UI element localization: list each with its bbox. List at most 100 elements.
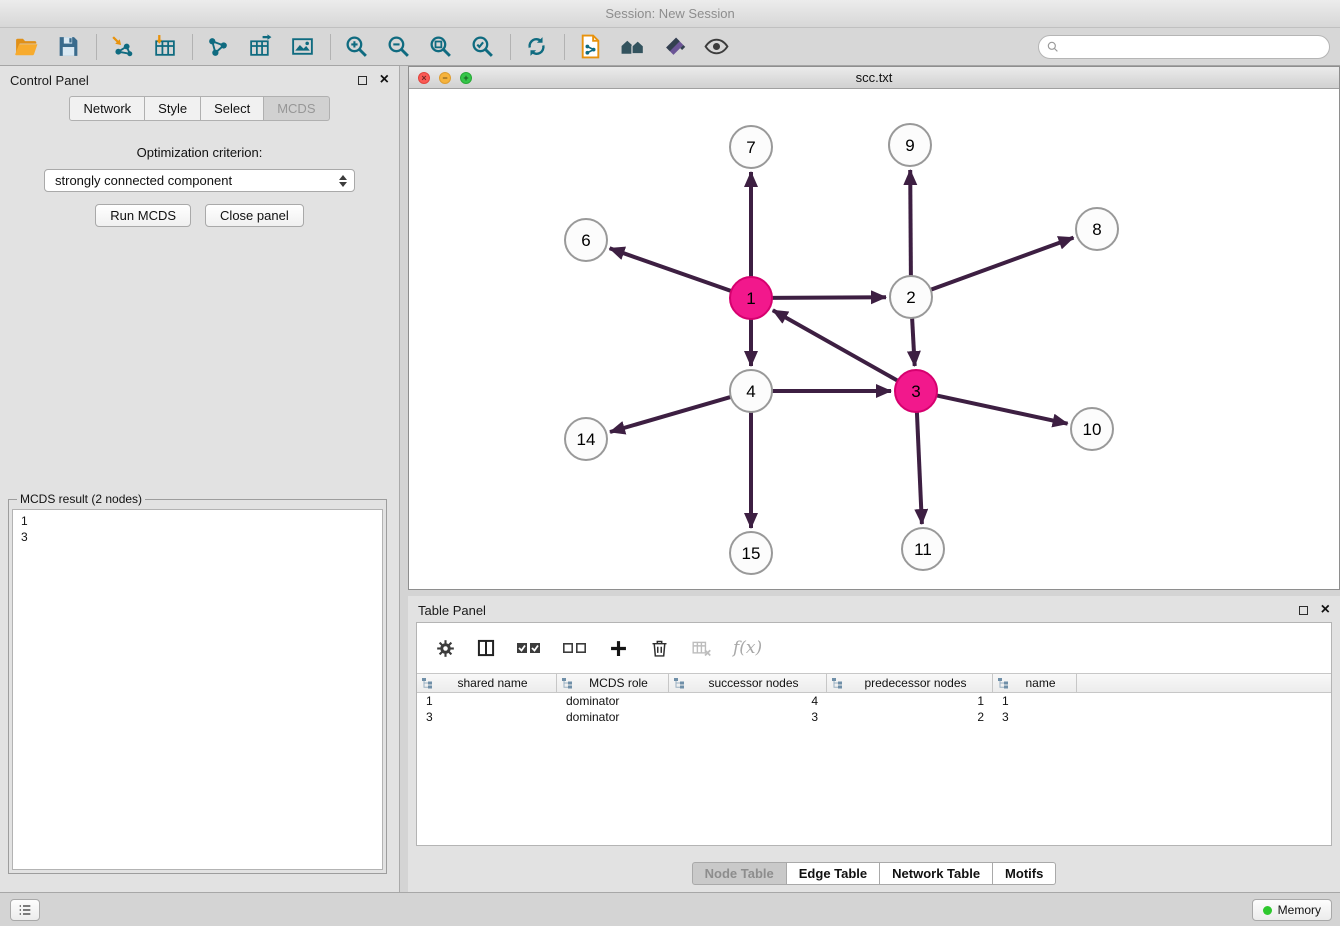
node-9[interactable]: 9 [889, 124, 931, 166]
add-column-icon[interactable] [608, 638, 629, 659]
table-row[interactable]: 1dominator411 [417, 693, 1331, 709]
float-panel-icon[interactable] [358, 76, 367, 85]
svg-text:9: 9 [905, 136, 914, 155]
node-4[interactable]: 4 [730, 370, 772, 412]
export-image-icon[interactable] [286, 31, 318, 63]
tab-network[interactable]: Network [69, 96, 145, 121]
edge-3-1[interactable] [773, 310, 898, 380]
style-icon[interactable] [658, 31, 690, 63]
control-panel: Control Panel × NetworkStyleSelectMCDS O… [0, 66, 400, 892]
table-cell: 3 [669, 709, 827, 725]
close-panel-icon[interactable]: × [380, 73, 389, 87]
maximize-window-icon[interactable]: + [460, 72, 472, 84]
edge-2-8[interactable] [931, 238, 1074, 290]
column-header-shared-name[interactable]: shared name [417, 674, 557, 692]
columns-icon[interactable] [476, 638, 496, 658]
import-table-icon[interactable] [148, 31, 180, 63]
delete-column-icon[interactable] [690, 638, 713, 659]
export-table-icon[interactable] [244, 31, 276, 63]
tab-style[interactable]: Style [145, 96, 201, 121]
minimize-window-icon[interactable]: − [439, 72, 451, 84]
eye-icon[interactable] [700, 31, 732, 63]
apply-layout-icon[interactable] [520, 31, 552, 63]
svg-text:15: 15 [742, 544, 761, 563]
zoom-out-icon[interactable] [382, 31, 414, 63]
optimization-dropdown[interactable]: strongly connected component [44, 169, 355, 192]
run-mcds-button[interactable]: Run MCDS [95, 204, 191, 227]
column-header-successor-nodes[interactable]: successor nodes [669, 674, 827, 692]
memory-button-label: Memory [1278, 903, 1321, 917]
table-row[interactable]: 3dominator323 [417, 709, 1331, 725]
toolbar-separator [96, 34, 97, 60]
node-15[interactable]: 15 [730, 532, 772, 574]
node-8[interactable]: 8 [1076, 208, 1118, 250]
edge-1-2[interactable] [772, 297, 886, 298]
table-panel-title: Table Panel [418, 603, 486, 618]
node-1[interactable]: 1 [730, 277, 772, 319]
svg-text:6: 6 [581, 231, 590, 250]
deselect-all-icon[interactable] [562, 639, 588, 657]
close-window-icon[interactable]: × [418, 72, 430, 84]
dropdown-stepper-icon [336, 170, 350, 191]
node-6[interactable]: 6 [565, 219, 607, 261]
tab-network-table[interactable]: Network Table [880, 862, 993, 885]
window-titlebar[interactable]: Session: New Session [0, 0, 1340, 28]
network-canvas[interactable]: 7 9 6 8 1 2 4 3 14 10 15 11 [409, 89, 1339, 589]
function-builder-icon[interactable]: f(x) [733, 638, 762, 658]
save-session-icon[interactable] [52, 31, 84, 63]
toolbar-separator [192, 34, 193, 60]
zoom-in-icon[interactable] [340, 31, 372, 63]
import-network-icon[interactable] [106, 31, 138, 63]
tab-motifs[interactable]: Motifs [993, 862, 1056, 885]
svg-text:4: 4 [746, 382, 755, 401]
edge-2-3[interactable] [912, 318, 915, 366]
node-3[interactable]: 3 [895, 370, 937, 412]
column-header-predecessor-nodes[interactable]: predecessor nodes [827, 674, 993, 692]
open-session-icon[interactable] [10, 31, 42, 63]
float-panel-icon[interactable] [1299, 606, 1308, 615]
tab-node-table[interactable]: Node Table [692, 862, 787, 885]
node-10[interactable]: 10 [1071, 408, 1113, 450]
zoom-selected-icon[interactable] [466, 31, 498, 63]
network-document-icon[interactable] [574, 31, 606, 63]
node-7[interactable]: 7 [730, 126, 772, 168]
memory-button[interactable]: Memory [1252, 899, 1332, 921]
home-icon[interactable] [616, 31, 648, 63]
tab-select[interactable]: Select [201, 96, 264, 121]
network-window-titlebar[interactable]: × − + scc.txt [409, 67, 1339, 89]
zoom-fit-icon[interactable] [424, 31, 456, 63]
show-panels-button[interactable] [10, 899, 40, 921]
new-network-icon[interactable] [202, 31, 234, 63]
svg-text:11: 11 [914, 540, 932, 559]
toolbar-separator [330, 34, 331, 60]
gear-icon[interactable] [435, 638, 456, 659]
edge-3-11[interactable] [917, 412, 922, 524]
column-sort-icon [561, 677, 573, 689]
node-14[interactable]: 14 [565, 418, 607, 460]
delete-icon[interactable] [649, 638, 670, 659]
tab-mcds[interactable]: MCDS [264, 96, 329, 121]
edge-4-14[interactable] [610, 397, 731, 432]
column-header-name[interactable]: name [993, 674, 1077, 692]
svg-text:8: 8 [1092, 220, 1101, 239]
edge-2-9[interactable] [910, 170, 911, 276]
table-header-row: shared nameMCDS rolesuccessor nodesprede… [417, 673, 1331, 693]
select-all-icon[interactable] [516, 639, 542, 657]
tab-edge-table[interactable]: Edge Table [787, 862, 880, 885]
mcds-result-group: MCDS result (2 nodes) 1 3 [8, 492, 387, 874]
edge-3-10[interactable] [937, 395, 1068, 423]
column-sort-icon [673, 677, 685, 689]
svg-text:2: 2 [906, 288, 915, 307]
mcds-result-text[interactable]: 1 3 [12, 509, 383, 870]
edge-1-6[interactable] [610, 248, 732, 291]
table-toolbar: f(x) [417, 623, 1331, 673]
close-panel-icon[interactable]: × [1321, 603, 1330, 617]
node-2[interactable]: 2 [890, 276, 932, 318]
node-11[interactable]: 11 [902, 528, 944, 570]
table-cell: 1 [993, 693, 1077, 709]
close-panel-button[interactable]: Close panel [205, 204, 304, 227]
table-cell: 1 [827, 693, 993, 709]
column-header-MCDS-role[interactable]: MCDS role [557, 674, 669, 692]
search-input[interactable] [1038, 35, 1330, 59]
network-window: × − + scc.txt 7 9 6 8 1 2 4 3 14 10 15 11 [408, 66, 1340, 590]
